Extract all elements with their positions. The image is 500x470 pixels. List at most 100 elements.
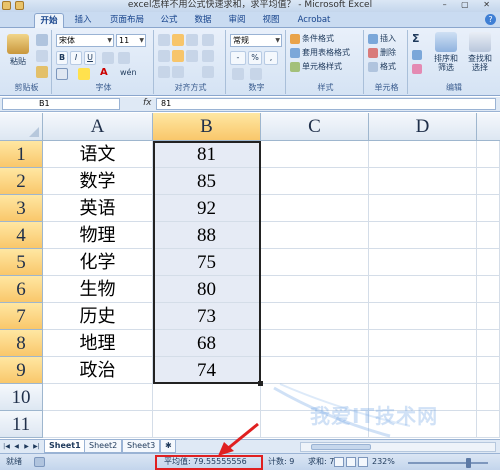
scrollbar-thumb[interactable] [311, 444, 371, 450]
cell-e[interactable] [477, 411, 500, 438]
cell-c[interactable] [261, 195, 369, 222]
cell-a[interactable] [43, 384, 153, 411]
formula-input[interactable]: 81 [156, 98, 496, 110]
cell-e[interactable] [477, 222, 500, 249]
cell-b[interactable]: 85 [153, 168, 261, 195]
cell-b[interactable] [153, 384, 261, 411]
row-header[interactable]: 9 [0, 357, 43, 384]
align-left-icon[interactable] [158, 50, 170, 62]
delete-cells-button[interactable]: 删除 [380, 48, 396, 58]
normal-view-icon[interactable] [334, 457, 344, 467]
cell-c[interactable] [261, 249, 369, 276]
cell-a[interactable]: 历史 [43, 303, 153, 330]
cell-c[interactable] [261, 384, 369, 411]
horizontal-scrollbar[interactable] [300, 442, 496, 452]
cell-d[interactable] [369, 384, 477, 411]
column-header-b[interactable]: B [153, 113, 261, 141]
tab-insert[interactable]: 插入 [68, 13, 98, 28]
select-all-button[interactable] [0, 113, 43, 141]
last-sheet-icon[interactable]: ▶| [32, 442, 41, 451]
insert-function-icon[interactable]: fx [143, 98, 152, 108]
underline-button[interactable]: U [84, 51, 96, 65]
cell-d[interactable] [369, 168, 477, 195]
decrease-decimal-icon[interactable] [250, 68, 262, 80]
column-header-e[interactable] [477, 113, 500, 141]
orientation-icon[interactable] [202, 34, 214, 46]
row-header[interactable]: 5 [0, 249, 43, 276]
row-header[interactable]: 7 [0, 303, 43, 330]
fill-color-icon[interactable] [78, 68, 90, 80]
bold-button[interactable]: B [56, 51, 68, 65]
grow-font-icon[interactable] [102, 52, 114, 64]
row-header[interactable]: 2 [0, 168, 43, 195]
row-header[interactable]: 11 [0, 411, 43, 438]
cell-a[interactable]: 生物 [43, 276, 153, 303]
page-break-view-icon[interactable] [358, 457, 368, 467]
italic-button[interactable]: I [70, 51, 82, 65]
cell-a[interactable]: 物理 [43, 222, 153, 249]
macro-record-icon[interactable] [34, 457, 45, 467]
column-header-a[interactable]: A [43, 113, 153, 141]
sheet-tab-sheet2[interactable]: Sheet2 [84, 440, 123, 453]
column-header-c[interactable]: C [261, 113, 369, 141]
decrease-indent-icon[interactable] [158, 66, 170, 78]
cell-d[interactable] [369, 411, 477, 438]
cell-d[interactable] [369, 330, 477, 357]
cell-b[interactable]: 74 [153, 357, 261, 384]
tab-formulas[interactable]: 公式 [154, 13, 184, 28]
percent-button[interactable]: % [248, 51, 262, 65]
row-header[interactable]: 8 [0, 330, 43, 357]
cell-a[interactable]: 地理 [43, 330, 153, 357]
shrink-font-icon[interactable] [118, 52, 130, 64]
align-bottom-icon[interactable] [186, 34, 198, 46]
cell-styles-button[interactable]: 单元格样式 [302, 62, 342, 72]
cell-d[interactable] [369, 249, 477, 276]
font-size-select[interactable]: 11 ▼ [116, 34, 146, 47]
cell-d[interactable] [369, 357, 477, 384]
zoom-level[interactable]: 232% [372, 457, 395, 467]
wrap-text-icon[interactable] [202, 50, 214, 62]
find-select-button[interactable]: 查找和 选择 [464, 32, 496, 72]
align-middle-icon[interactable] [172, 34, 184, 46]
insert-cells-button[interactable]: 插入 [380, 34, 396, 44]
zoom-slider-knob[interactable] [466, 458, 471, 468]
tab-acrobat[interactable]: Acrobat [292, 13, 336, 28]
cell-c[interactable] [261, 357, 369, 384]
cell-b[interactable]: 80 [153, 276, 261, 303]
paste-button[interactable]: 粘贴 [4, 34, 32, 67]
cell-d[interactable] [369, 276, 477, 303]
cell-c[interactable] [261, 222, 369, 249]
clear-icon[interactable] [412, 64, 422, 74]
name-box[interactable]: B1 [2, 98, 120, 110]
cell-d[interactable] [369, 303, 477, 330]
fill-icon[interactable] [412, 50, 422, 60]
prev-sheet-icon[interactable]: ◀ [12, 442, 21, 451]
cell-e[interactable] [477, 195, 500, 222]
increase-indent-icon[interactable] [172, 66, 184, 78]
cell-e[interactable] [477, 330, 500, 357]
cell-e[interactable] [477, 303, 500, 330]
tab-data[interactable]: 数据 [188, 13, 218, 28]
cell-b[interactable]: 88 [153, 222, 261, 249]
first-sheet-icon[interactable]: |◀ [2, 442, 11, 451]
cell-c[interactable] [261, 411, 369, 438]
row-header[interactable]: 3 [0, 195, 43, 222]
next-sheet-icon[interactable]: ▶ [22, 442, 31, 451]
cell-c[interactable] [261, 330, 369, 357]
comma-button[interactable]: , [264, 51, 278, 65]
increase-decimal-icon[interactable] [232, 68, 244, 80]
tab-home[interactable]: 开始 [34, 13, 64, 28]
cut-icon[interactable] [36, 34, 48, 46]
cell-b[interactable]: 92 [153, 195, 261, 222]
number-format-select[interactable]: 常规 ▼ [230, 34, 282, 47]
page-layout-view-icon[interactable] [346, 457, 356, 467]
align-center-icon[interactable] [172, 50, 184, 62]
format-painter-icon[interactable] [36, 66, 48, 78]
border-icon[interactable] [56, 68, 68, 80]
cell-e[interactable] [477, 276, 500, 303]
cell-e[interactable] [477, 357, 500, 384]
cell-e[interactable] [477, 141, 500, 168]
cell-a[interactable]: 英语 [43, 195, 153, 222]
cell-b[interactable]: 75 [153, 249, 261, 276]
autosum-button[interactable]: Σ [412, 33, 420, 44]
